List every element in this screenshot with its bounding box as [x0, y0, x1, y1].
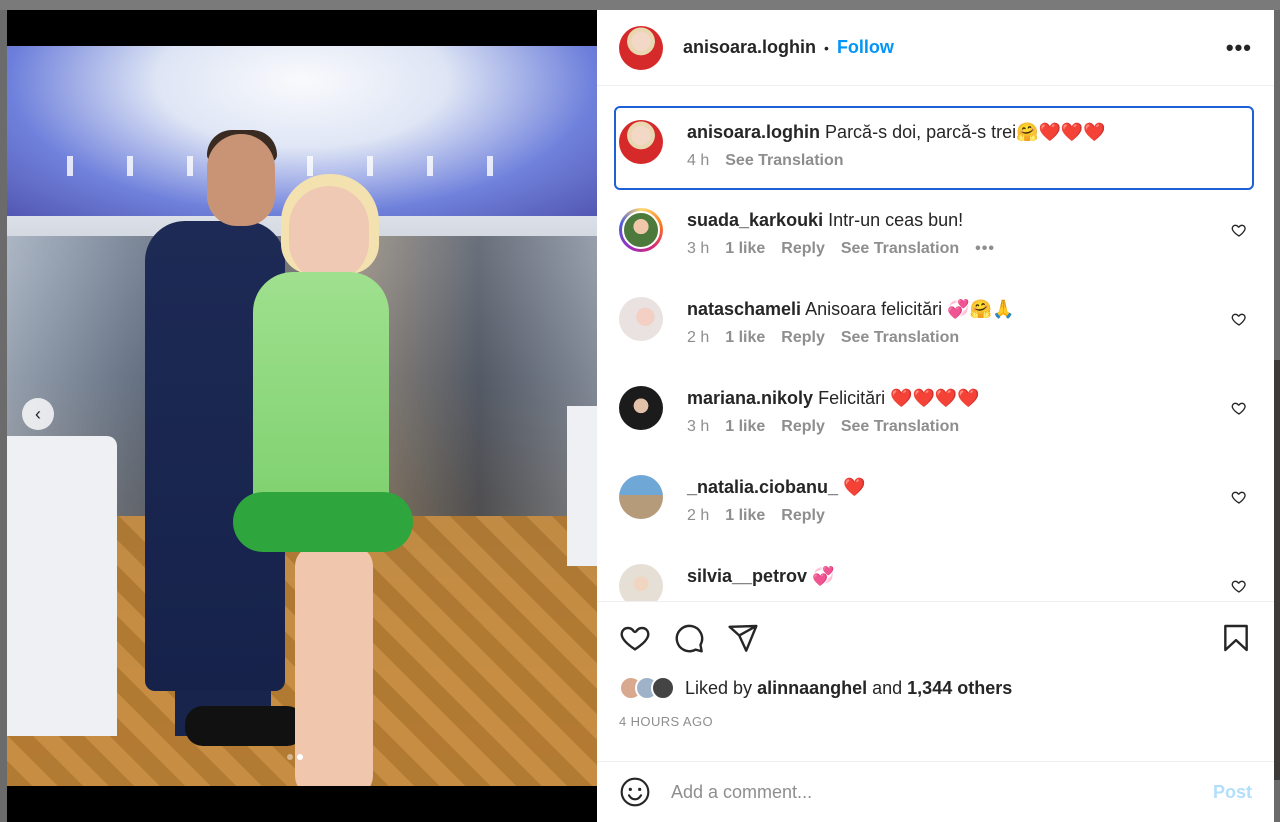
share-icon[interactable]: [727, 622, 759, 654]
reply-button[interactable]: Reply: [781, 418, 825, 436]
comment-item: mariana.nikoly Felicitări ❤️❤️❤️❤️ 3 h 1…: [619, 386, 1259, 436]
liked-by-user[interactable]: alinnaanghel: [757, 678, 867, 698]
more-options-icon[interactable]: •••: [1226, 35, 1252, 61]
comment-username[interactable]: suada_karkouki: [687, 210, 823, 230]
reply-button[interactable]: Reply: [781, 507, 825, 525]
comment-time[interactable]: 2 h: [687, 507, 709, 525]
comment-text: ❤️: [843, 477, 866, 497]
photo-woman: [289, 186, 369, 282]
like-icon[interactable]: [619, 622, 651, 654]
post-media: ‹: [7, 10, 597, 822]
bookmark-icon[interactable]: [1220, 622, 1252, 659]
add-comment-bar: Post: [597, 761, 1274, 822]
comment-likes[interactable]: 1 like: [725, 507, 765, 525]
reply-button[interactable]: Reply: [781, 240, 825, 258]
commenter-avatar[interactable]: [619, 208, 663, 252]
photo-table: [567, 406, 597, 566]
post-comment-button[interactable]: Post: [1213, 782, 1252, 803]
liker-avatar: [651, 676, 675, 700]
emoji-icon[interactable]: [619, 776, 651, 808]
comment-time[interactable]: 3 h: [687, 418, 709, 436]
like-comment-icon[interactable]: [1231, 311, 1247, 327]
comment-time[interactable]: 3 h: [687, 240, 709, 258]
likes-summary: Liked by alinnaanghel and 1,344 others: [619, 676, 1012, 700]
author-avatar[interactable]: [619, 25, 663, 70]
comment-item: _natalia.ciobanu_ ❤️ 2 h 1 like Reply: [619, 475, 1259, 525]
comment-text: 💞: [812, 566, 835, 586]
carousel-dot-active: [297, 754, 303, 760]
photo-man: [207, 134, 275, 226]
comment-likes[interactable]: 1 like: [725, 240, 765, 258]
comment-item: suada_karkouki Intr-un ceas bun! 3 h 1 l…: [619, 208, 1259, 258]
caption-avatar[interactable]: [619, 120, 663, 164]
like-comment-icon[interactable]: [1231, 400, 1247, 416]
carousel-dots: [287, 754, 303, 760]
like-comment-icon[interactable]: [1231, 222, 1247, 238]
comment-input[interactable]: [671, 781, 1213, 803]
comment-likes[interactable]: 1 like: [725, 329, 765, 347]
like-comment-icon[interactable]: [1231, 578, 1247, 594]
commenter-avatar[interactable]: [619, 297, 663, 341]
comment-item: silvia__petrov 💞: [619, 564, 1259, 601]
photo-lights: [67, 156, 537, 176]
chevron-left-icon[interactable]: ‹: [22, 398, 54, 430]
liker-avatars: [619, 676, 675, 700]
comment-options-icon[interactable]: •••: [975, 240, 995, 258]
caption-time[interactable]: 4 h: [687, 152, 709, 170]
like-comment-icon[interactable]: [1231, 489, 1247, 505]
photo-man: [185, 706, 305, 746]
comment-username[interactable]: mariana.nikoly: [687, 388, 813, 408]
see-translation-button[interactable]: See Translation: [725, 152, 843, 170]
commenter-avatar[interactable]: [619, 386, 663, 430]
photo-table: [7, 436, 117, 736]
post-header: anisoara.loghin • Follow •••: [597, 10, 1274, 86]
reply-button[interactable]: Reply: [781, 329, 825, 347]
separator-dot: •: [824, 39, 829, 56]
caption-text: Parcă-s doi, parcă-s trei🤗❤️❤️❤️: [825, 122, 1106, 142]
post-photo: [7, 46, 597, 786]
comment-username[interactable]: silvia__petrov: [687, 566, 807, 586]
see-translation-button[interactable]: See Translation: [841, 418, 959, 436]
comment-item: nataschameli Anisoara felicitări 💞🤗🙏 2 h…: [619, 297, 1259, 347]
page-backdrop: [0, 0, 1280, 10]
comment-likes[interactable]: 1 like: [725, 418, 765, 436]
post-modal: ‹ anisoara.loghin • Follow ••• anisoara.…: [7, 10, 1274, 822]
caption-username[interactable]: anisoara.loghin: [687, 122, 820, 142]
likes-count[interactable]: 1,344 others: [907, 678, 1012, 698]
commenter-avatar[interactable]: [619, 475, 663, 519]
post-timestamp[interactable]: 4 HOURS AGO: [619, 714, 713, 729]
liked-by-and: and: [872, 677, 903, 698]
author-username[interactable]: anisoara.loghin: [683, 37, 816, 58]
comment-time[interactable]: 2 h: [687, 329, 709, 347]
post-actions: Liked by alinnaanghel and 1,344 others 4…: [597, 601, 1274, 761]
photo-woman: [295, 546, 373, 786]
comments-list[interactable]: anisoara.loghin Parcă-s doi, parcă-s tre…: [597, 86, 1274, 601]
follow-button[interactable]: Follow: [837, 37, 894, 58]
see-translation-button[interactable]: See Translation: [841, 329, 959, 347]
carousel-dot: [287, 754, 293, 760]
comment-text: Felicitări ❤️❤️❤️❤️: [818, 388, 980, 408]
comment-username[interactable]: nataschameli: [687, 299, 801, 319]
comment-username[interactable]: _natalia.ciobanu_: [687, 477, 838, 497]
comment-text: Anisoara felicitări 💞🤗🙏: [805, 299, 1015, 319]
comment-text: Intr-un ceas bun!: [828, 210, 964, 230]
commenter-avatar[interactable]: [619, 564, 663, 601]
comment-icon[interactable]: [673, 622, 705, 654]
photo-woman: [233, 492, 413, 552]
post-panel: anisoara.loghin • Follow ••• anisoara.lo…: [597, 10, 1274, 822]
caption: anisoara.loghin Parcă-s doi, parcă-s tre…: [619, 120, 1259, 170]
see-translation-button[interactable]: See Translation: [841, 240, 959, 258]
liked-by-prefix: Liked by: [685, 677, 753, 698]
